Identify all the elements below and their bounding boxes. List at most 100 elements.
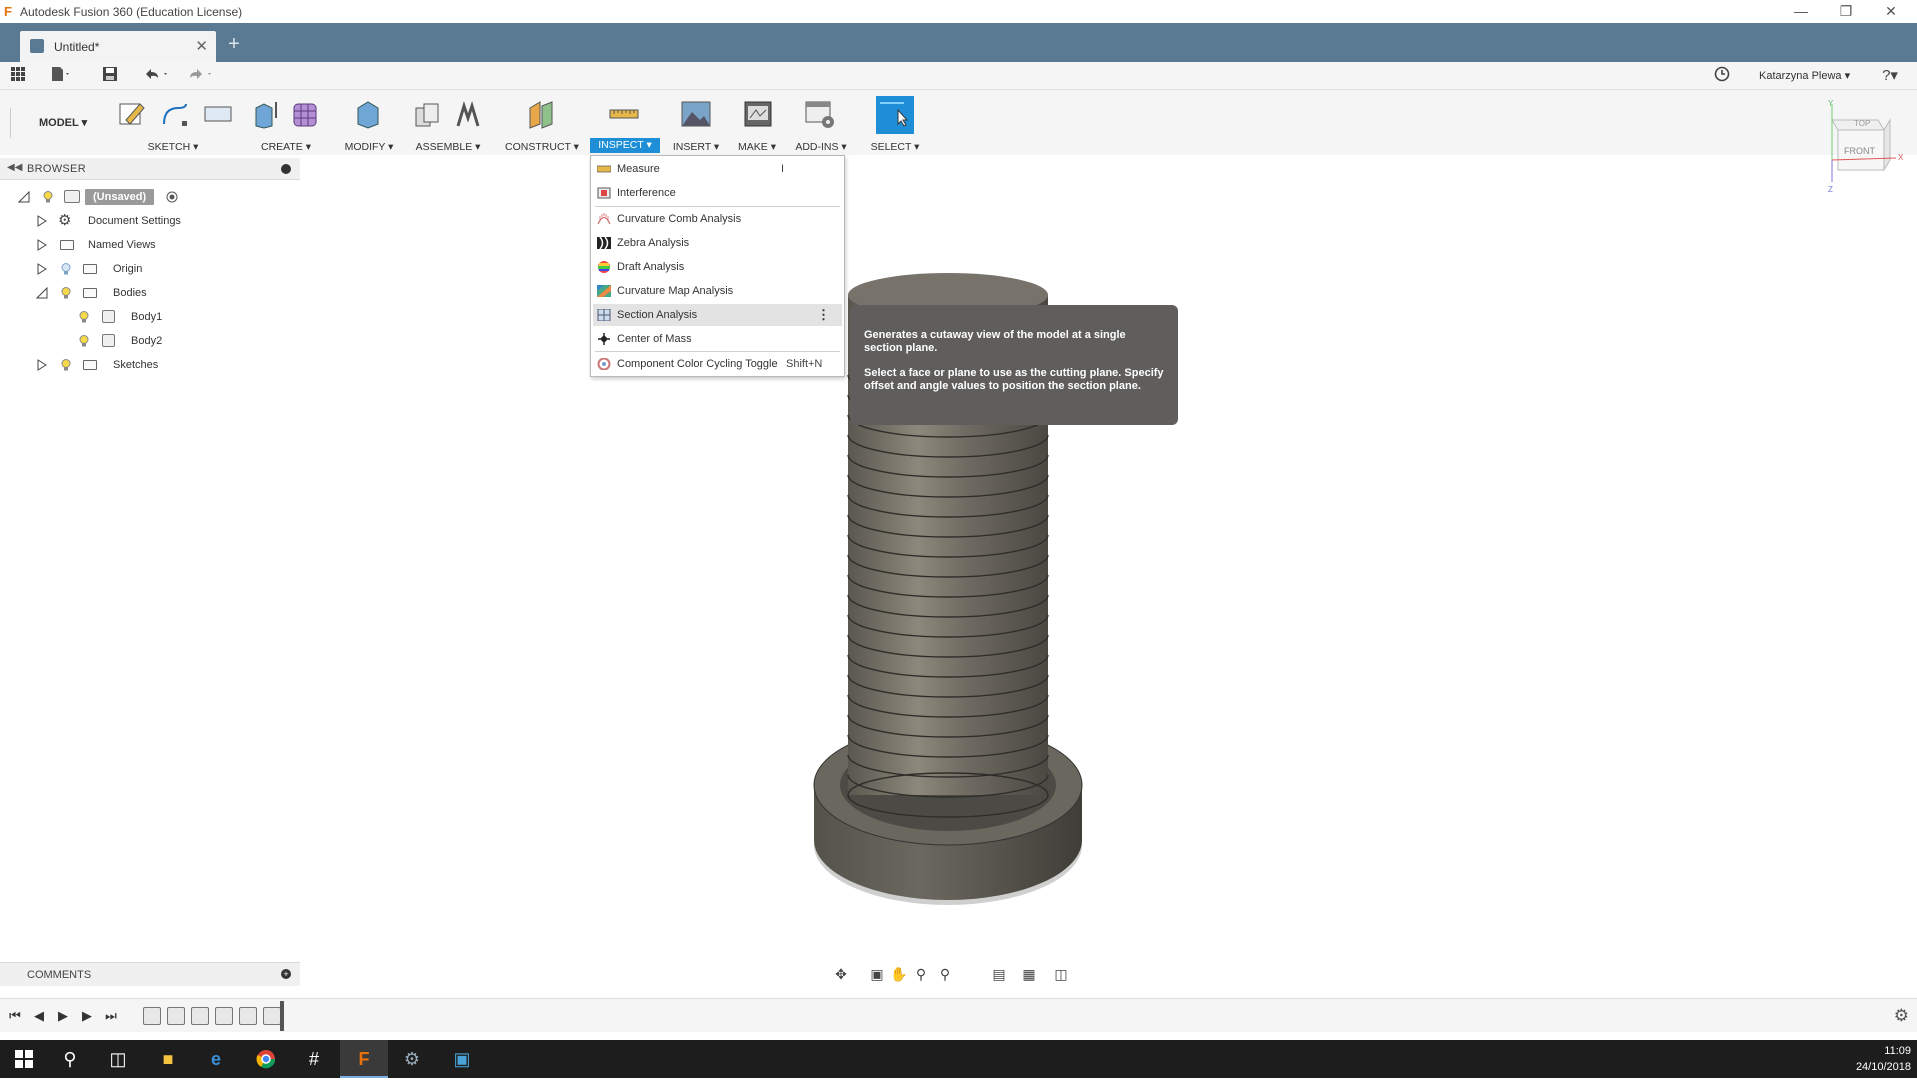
assemble-group[interactable]: ASSEMBLE ▾ — [408, 90, 488, 155]
tree-item-body2[interactable]: Body2 — [0, 331, 300, 351]
viewports-icon[interactable]: ◫ — [1052, 965, 1070, 983]
collapse-panel-icon[interactable]: ◀◀ — [7, 162, 22, 173]
save-icon[interactable] — [100, 66, 120, 86]
add-comment-icon[interactable]: + — [281, 969, 291, 979]
look-at-icon[interactable]: ▣ — [868, 965, 886, 983]
expanded-triangle-icon[interactable] — [18, 191, 30, 203]
activate-radio-icon[interactable] — [166, 191, 178, 203]
inspect-group[interactable]: INSPECT ▾ — [590, 90, 660, 155]
sketch-group[interactable]: SKETCH ▾ — [112, 90, 234, 155]
go-to-start-icon[interactable]: ⏮ — [6, 1007, 24, 1025]
create-group[interactable]: CREATE ▾ — [246, 90, 326, 155]
visibility-bulb-icon[interactable] — [79, 311, 89, 323]
add-ins-group-label[interactable]: ADD-INS ▾ — [790, 141, 852, 153]
photos-app-icon[interactable]: ▣ — [438, 1040, 486, 1078]
menu-item-interference[interactable]: Interference — [593, 182, 842, 204]
user-account-menu[interactable]: Katarzyna Plewa ▾ — [1759, 69, 1850, 82]
tree-item-named-views[interactable]: Named Views — [0, 235, 300, 255]
make-group[interactable]: MAKE ▾ — [732, 90, 782, 155]
visibility-bulb-icon[interactable] — [79, 335, 89, 347]
new-tab-button[interactable]: + — [222, 33, 246, 57]
select-group-label[interactable]: SELECT ▾ — [866, 141, 924, 153]
hidden-bulb-icon[interactable] — [61, 263, 71, 275]
line-icon[interactable] — [158, 98, 190, 130]
windows-start-icon[interactable] — [0, 1040, 48, 1078]
fusion-360-taskbar-icon[interactable]: F — [340, 1040, 388, 1078]
make-group-label[interactable]: MAKE ▾ — [732, 141, 782, 153]
tree-item-origin[interactable]: Origin — [0, 259, 300, 279]
3d-print-icon[interactable] — [742, 98, 774, 130]
construct-group[interactable]: CONSTRUCT ▾ — [502, 90, 582, 155]
menu-item-draft-analysis[interactable]: Draft Analysis — [593, 256, 842, 278]
tree-item-bodies[interactable]: Bodies — [0, 283, 300, 303]
tree-item-sketches[interactable]: Sketches — [0, 355, 300, 375]
task-view-icon[interactable]: ◫ — [94, 1040, 142, 1078]
collapsed-triangle-icon[interactable] — [36, 359, 48, 371]
search-icon[interactable]: ⚲ — [46, 1040, 94, 1078]
settings-app-icon[interactable]: ⚙ — [388, 1040, 436, 1078]
new-component-icon[interactable] — [412, 98, 444, 130]
workspace-switcher[interactable]: MODEL ▾ — [10, 108, 96, 138]
orbit-icon[interactable]: ✥ — [832, 965, 850, 983]
press-pull-icon[interactable] — [352, 98, 384, 130]
menu-item-curvature-map-analysis[interactable]: Curvature Map Analysis — [593, 280, 842, 302]
offset-plane-icon[interactable] — [526, 98, 558, 130]
viewcube-front-face[interactable]: FRONT — [1844, 146, 1875, 156]
go-to-end-icon[interactable]: ⏭ — [102, 1007, 120, 1025]
add-ins-group[interactable]: ADD-INS ▾ — [790, 90, 852, 155]
menu-item-measure[interactable]: Measure I — [593, 158, 842, 180]
file-menu-icon[interactable] — [50, 66, 70, 86]
help-icon[interactable]: ?▾ — [1875, 66, 1905, 86]
more-options-icon[interactable]: ⋮ — [817, 304, 830, 326]
collapsed-triangle-icon[interactable] — [36, 263, 48, 275]
undo-icon[interactable] — [142, 66, 167, 86]
modify-group-label[interactable]: MODIFY ▾ — [340, 141, 398, 153]
minimize-button[interactable]: — — [1778, 0, 1824, 23]
collapsed-triangle-icon[interactable] — [36, 239, 48, 251]
rectangle-icon[interactable] — [202, 98, 234, 130]
select-group[interactable]: SELECT ▾ — [866, 90, 924, 155]
file-explorer-icon[interactable]: ■ — [144, 1040, 192, 1078]
insert-group-label[interactable]: INSERT ▾ — [668, 141, 724, 153]
chrome-browser-icon[interactable] — [242, 1040, 290, 1078]
data-panel-grid-icon[interactable] — [8, 66, 28, 86]
visibility-bulb-icon[interactable] — [61, 359, 71, 371]
insert-group[interactable]: INSERT ▾ — [668, 90, 724, 155]
timeline-coil-feature[interactable] — [191, 1007, 209, 1025]
timeline-coil-feature[interactable] — [263, 1007, 281, 1025]
grid-snap-icon[interactable]: ▦ — [1020, 965, 1038, 983]
system-clock[interactable]: 11:09 24/10/2018 — [1856, 1043, 1911, 1075]
close-tab-icon[interactable]: ✕ — [195, 37, 208, 55]
assemble-group-label[interactable]: ASSEMBLE ▾ — [408, 141, 488, 153]
restore-button[interactable]: ❐ — [1823, 0, 1869, 23]
comments-panel[interactable]: COMMENTS + — [0, 962, 300, 986]
select-tool-icon[interactable] — [876, 96, 914, 134]
display-settings-icon[interactable]: ▤ — [990, 965, 1008, 983]
timeline-marker[interactable] — [280, 1001, 284, 1031]
visibility-bulb-icon[interactable] — [43, 191, 53, 203]
insert-image-icon[interactable] — [680, 98, 712, 130]
scripts-addins-icon[interactable] — [804, 98, 836, 130]
pan-hand-icon[interactable]: ✋ — [890, 965, 908, 983]
play-icon[interactable]: ▶ — [54, 1007, 72, 1025]
timeline-extrude-feature[interactable] — [167, 1007, 185, 1025]
timeline-sketch-feature[interactable] — [215, 1007, 233, 1025]
fit-zoom-icon[interactable]: ⚲ — [936, 965, 954, 983]
timeline-settings-gear-icon[interactable]: ⚙ — [1894, 1006, 1909, 1026]
document-tab[interactable]: Untitled* ✕ — [20, 31, 216, 62]
inspect-group-label[interactable]: INSPECT ▾ — [590, 138, 660, 153]
menu-item-section-analysis[interactable]: Section Analysis ⋮ — [593, 304, 842, 326]
view-cube[interactable]: TOP FRONT Y X Z — [1820, 100, 1917, 200]
create-group-label[interactable]: CREATE ▾ — [246, 141, 326, 153]
expanded-triangle-icon[interactable] — [36, 287, 48, 299]
redo-icon[interactable] — [186, 66, 211, 86]
zoom-icon[interactable]: ⚲ — [912, 965, 930, 983]
extrude-icon[interactable] — [250, 98, 282, 130]
menu-item-component-color-cycling-toggle[interactable]: Component Color Cycling Toggle Shift+N — [593, 353, 842, 375]
joint-icon[interactable] — [452, 98, 484, 130]
tree-root-unsaved[interactable]: (Unsaved) — [0, 187, 300, 207]
close-window-button[interactable]: ✕ — [1868, 0, 1914, 23]
tree-item-document-settings[interactable]: ⚙ Document Settings — [0, 211, 300, 231]
form-icon[interactable] — [290, 98, 322, 130]
visibility-bulb-icon[interactable] — [61, 287, 71, 299]
